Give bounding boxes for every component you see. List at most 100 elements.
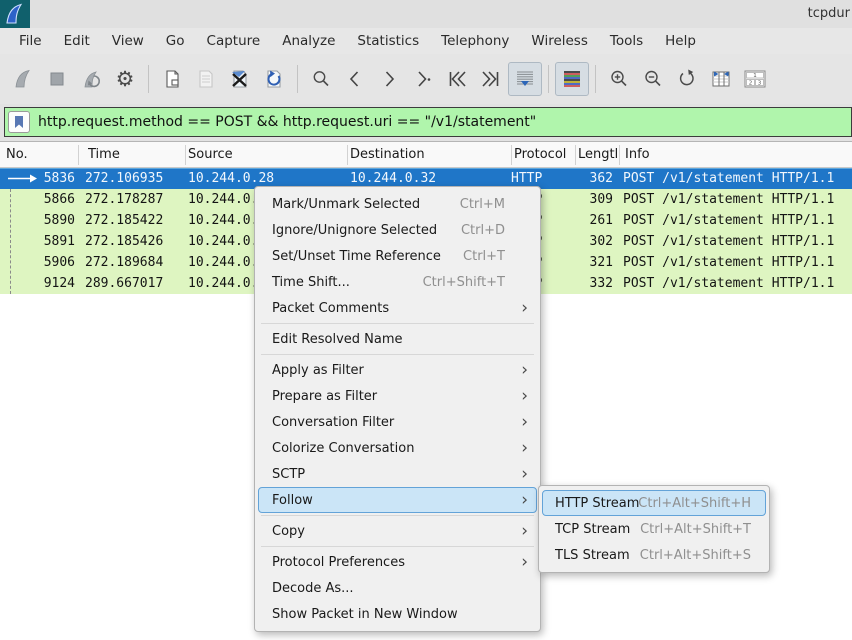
column-header-destination[interactable]: Destination <box>350 142 508 168</box>
shark-fin-restart-icon <box>80 68 102 90</box>
reset-zoom-icon <box>676 68 698 90</box>
packet-list-header: No. Time Source Destination Protocol Len… <box>0 142 852 168</box>
column-divider[interactable] <box>511 145 512 165</box>
menu-item-show-packet-new-window[interactable]: Show Packet in New Window <box>258 601 537 627</box>
display-filter-input[interactable]: http.request.method == POST && http.requ… <box>4 107 852 137</box>
cell-info: POST /v1/statement HTTP/1.1 <box>623 168 834 189</box>
shark-fin-icon <box>12 68 34 90</box>
submenu-item-tcp-stream[interactable]: TCP Stream Ctrl+Alt+Shift+T <box>542 516 766 542</box>
menu-item-conversation-filter[interactable]: Conversation Filter › <box>258 409 537 435</box>
column-divider[interactable] <box>347 145 348 165</box>
reload-file-button[interactable] <box>257 62 291 96</box>
chevron-right-icon <box>378 68 400 90</box>
resize-columns-icon <box>710 68 732 90</box>
auto-scroll-button[interactable] <box>508 62 542 96</box>
colorize-packets-button[interactable] <box>555 62 589 96</box>
menu-item-time-reference[interactable]: Set/Unset Time Reference Ctrl+T <box>258 243 537 269</box>
menu-view[interactable]: View <box>101 28 155 54</box>
submenu-item-http-stream[interactable]: HTTP Stream Ctrl+Alt+Shift+H <box>542 490 766 516</box>
window-title: tcpdur <box>808 0 850 28</box>
cell-no: 5906 <box>0 252 75 273</box>
chevron-right-dot-icon <box>412 68 434 90</box>
submenu-arrow-icon: › <box>521 384 528 409</box>
column-header-source[interactable]: Source <box>188 142 343 168</box>
cell-info: POST /v1/statement HTTP/1.1 <box>623 273 834 294</box>
previous-packet-button[interactable] <box>338 62 372 96</box>
chevron-left-icon <box>344 68 366 90</box>
svg-text:3: 3 <box>758 80 762 86</box>
menu-item-edit-resolved-name[interactable]: Edit Resolved Name <box>258 326 537 352</box>
zoom-in-button[interactable] <box>602 62 636 96</box>
column-header-no[interactable]: No. <box>6 142 76 168</box>
submenu-arrow-icon: › <box>521 550 528 575</box>
column-header-time[interactable]: Time <box>88 142 183 168</box>
reset-zoom-button[interactable] <box>670 62 704 96</box>
filter-bookmark-button[interactable] <box>8 111 30 133</box>
go-to-packet-button[interactable] <box>406 62 440 96</box>
capture-options-button[interactable]: ⚙ <box>108 62 142 96</box>
menu-telephony[interactable]: Telephony <box>430 28 520 54</box>
menu-item-follow[interactable]: Follow › <box>258 487 537 513</box>
auto-scroll-icon <box>514 68 536 90</box>
zoom-out-icon <box>642 68 664 90</box>
cell-time: 272.185426 <box>85 231 163 252</box>
cell-no: 5836 <box>0 168 75 189</box>
toolbar-separator <box>148 65 149 93</box>
menu-wireless[interactable]: Wireless <box>520 28 599 54</box>
wireshark-fin-icon <box>0 0 30 28</box>
menu-help[interactable]: Help <box>654 28 707 54</box>
menu-item-decode-as[interactable]: Decode As... <box>258 575 537 601</box>
stop-capture-button[interactable] <box>40 62 74 96</box>
menu-statistics[interactable]: Statistics <box>346 28 430 54</box>
menu-item-ignore-unignore[interactable]: Ignore/Unignore Selected Ctrl+D <box>258 217 537 243</box>
menu-item-copy[interactable]: Copy › <box>258 518 537 544</box>
column-divider[interactable] <box>78 145 79 165</box>
menu-item-colorize-conversation[interactable]: Colorize Conversation › <box>258 435 537 461</box>
column-header-protocol[interactable]: Protocol <box>514 142 572 168</box>
menu-item-sctp[interactable]: SCTP › <box>258 461 537 487</box>
open-file-button[interactable] <box>155 62 189 96</box>
open-document-icon <box>161 68 183 90</box>
column-divider[interactable] <box>575 145 576 165</box>
gear-icon: ⚙ <box>116 69 135 90</box>
svg-text:1: 1 <box>753 73 757 79</box>
save-file-button[interactable] <box>189 62 223 96</box>
column-divider[interactable] <box>619 145 620 165</box>
menu-file[interactable]: File <box>8 28 53 54</box>
menu-item-apply-as-filter[interactable]: Apply as Filter › <box>258 357 537 383</box>
menu-analyze[interactable]: Analyze <box>271 28 346 54</box>
magnifier-icon <box>310 68 332 90</box>
menu-item-mark-unmark[interactable]: Mark/Unmark Selected Ctrl+M <box>258 191 537 217</box>
cell-length: 302 <box>575 231 613 252</box>
menu-item-prepare-as-filter[interactable]: Prepare as Filter › <box>258 383 537 409</box>
next-packet-button[interactable] <box>372 62 406 96</box>
find-packet-button[interactable] <box>304 62 338 96</box>
reload-document-icon <box>263 68 285 90</box>
menubar: File Edit View Go Capture Analyze Statis… <box>0 28 852 54</box>
column-header-info[interactable]: Info <box>625 142 845 168</box>
submenu-arrow-icon: › <box>521 488 528 513</box>
first-packet-button[interactable] <box>440 62 474 96</box>
column-divider[interactable] <box>185 145 186 165</box>
menu-go[interactable]: Go <box>155 28 196 54</box>
zoom-out-button[interactable] <box>636 62 670 96</box>
save-document-icon <box>195 68 217 90</box>
submenu-arrow-icon: › <box>521 436 528 461</box>
cell-info: POST /v1/statement HTTP/1.1 <box>623 189 834 210</box>
menu-edit[interactable]: Edit <box>53 28 101 54</box>
menu-item-protocol-preferences[interactable]: Protocol Preferences › <box>258 549 537 575</box>
menu-capture[interactable]: Capture <box>196 28 272 54</box>
submenu-item-tls-stream[interactable]: TLS Stream Ctrl+Alt+Shift+S <box>542 542 766 568</box>
bookmark-icon <box>13 115 25 129</box>
start-capture-button[interactable] <box>6 62 40 96</box>
column-header-length[interactable]: Length <box>578 142 617 168</box>
resize-columns-button[interactable] <box>704 62 738 96</box>
menu-tools[interactable]: Tools <box>599 28 654 54</box>
layout-icon: 1 2 3 <box>743 68 767 90</box>
layout-button[interactable]: 1 2 3 <box>738 62 772 96</box>
close-file-button[interactable] <box>223 62 257 96</box>
menu-item-time-shift[interactable]: Time Shift... Ctrl+Shift+T <box>258 269 537 295</box>
menu-item-packet-comments[interactable]: Packet Comments › <box>258 295 537 321</box>
restart-capture-button[interactable] <box>74 62 108 96</box>
last-packet-button[interactable] <box>474 62 508 96</box>
